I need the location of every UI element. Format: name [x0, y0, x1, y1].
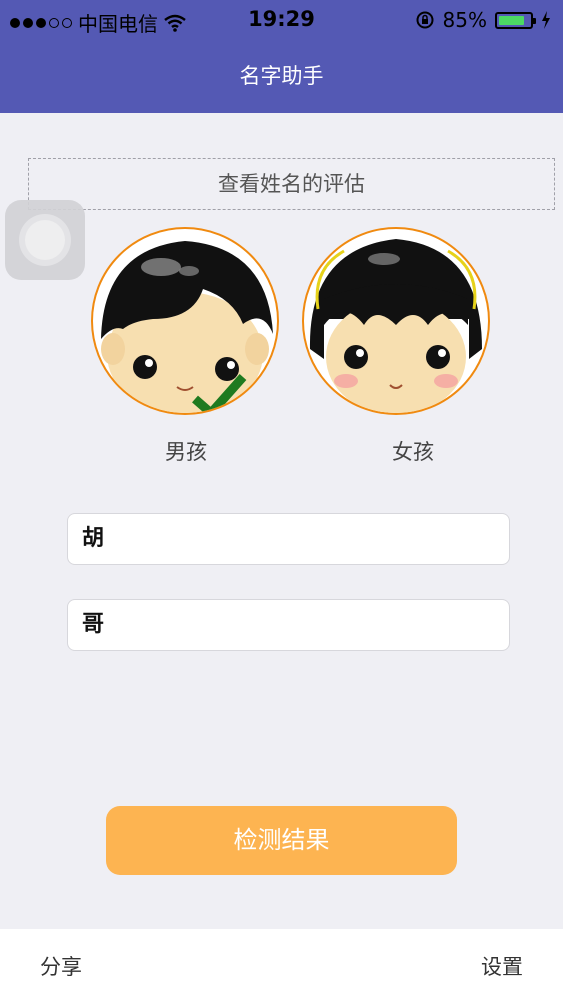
- given-name-input[interactable]: 哥: [67, 599, 510, 651]
- nav-bar: 名字助手: [0, 40, 563, 113]
- girl-label: 女孩: [392, 440, 434, 464]
- settings-button[interactable]: 设置: [481, 951, 523, 981]
- boy-label: 男孩: [165, 440, 207, 464]
- status-bar: 中国电信 19:29 85%: [0, 0, 563, 40]
- check-result-button[interactable]: 检测结果: [106, 806, 457, 875]
- view-evaluation-button[interactable]: 查看姓名的评估: [28, 158, 555, 210]
- girl-face-icon: [309, 239, 482, 413]
- status-right: 85%: [415, 8, 551, 32]
- share-button[interactable]: 分享: [40, 951, 82, 981]
- charging-bolt-icon: [542, 11, 550, 29]
- page-title: 名字助手: [239, 64, 324, 88]
- assistive-touch-icon: [25, 220, 65, 260]
- boy-face-icon: [101, 241, 273, 413]
- orientation-lock-icon: [416, 11, 434, 29]
- assistive-touch-button[interactable]: [5, 200, 85, 280]
- battery-icon: [495, 11, 536, 29]
- bottom-toolbar: 分享 设置: [0, 929, 563, 1000]
- surname-input[interactable]: 胡: [67, 513, 510, 565]
- girl-avatar-option[interactable]: [302, 227, 490, 415]
- battery-percent: 85%: [442, 8, 487, 32]
- boy-avatar-option[interactable]: [91, 227, 279, 415]
- battery-fill: [499, 15, 524, 25]
